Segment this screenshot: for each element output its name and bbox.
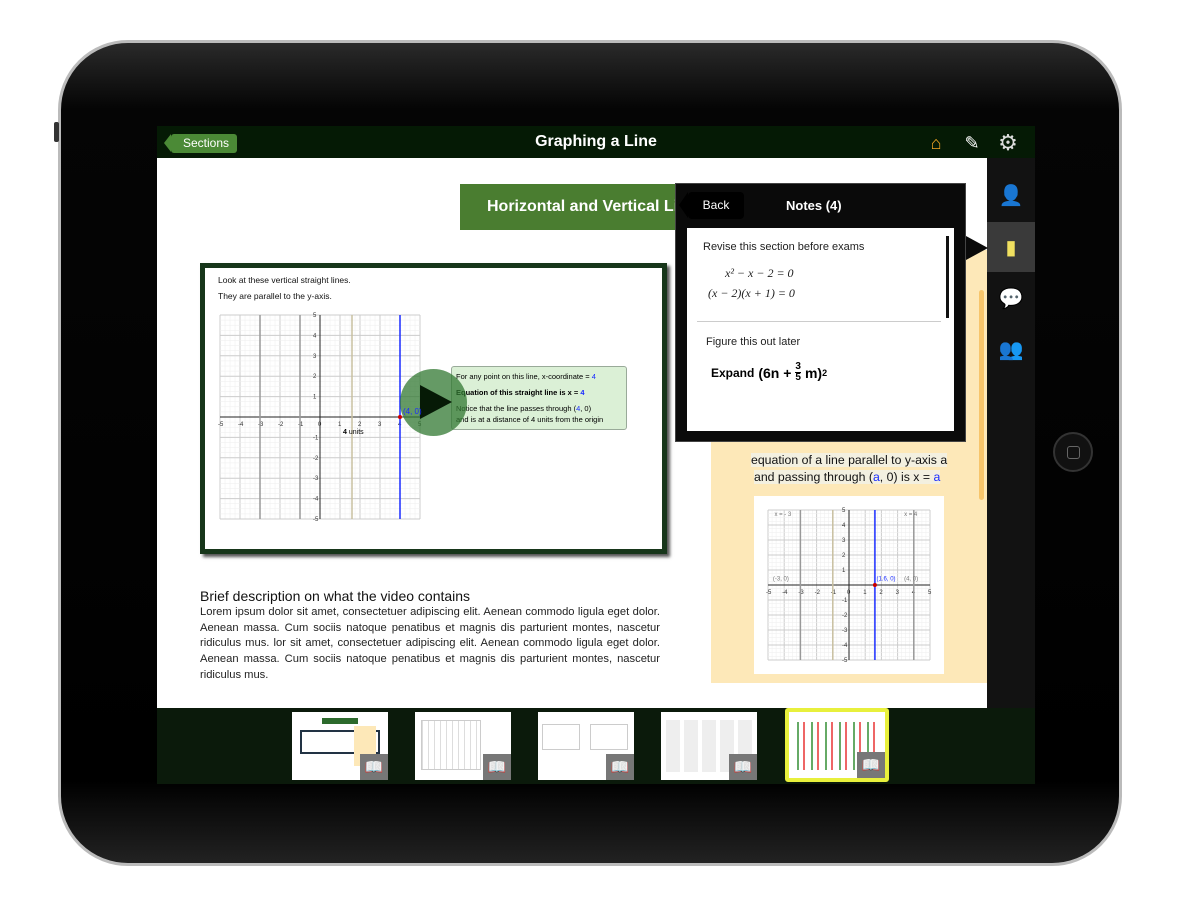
notes-back-button[interactable]: Back [679, 192, 744, 219]
description-title: Brief description on what the video cont… [200, 588, 471, 604]
book-icon: 📖 [606, 754, 634, 780]
chat-icon[interactable]: 💬 [987, 273, 1035, 323]
popover-arrow [966, 236, 988, 260]
home-button[interactable] [1053, 432, 1093, 472]
graph-label: (1.6, 0) [877, 577, 896, 583]
y-tick-label: 1 [313, 395, 317, 401]
notes-title: Notes (4) [786, 198, 842, 213]
notes-scrollbar[interactable] [946, 236, 949, 318]
x-tick-label: -4 [238, 422, 244, 428]
notes-list: Revise this section before exams x² − x … [687, 228, 954, 431]
graph-label: x = - 3 [774, 512, 792, 518]
y-tick-label: 2 [313, 374, 317, 380]
x-tick-label: 5 [928, 590, 932, 596]
y-tick-label: -2 [842, 613, 848, 619]
gear-icon[interactable]: ⚙ [997, 132, 1019, 154]
x-tick-label: -2 [815, 590, 821, 596]
video-text-2: They are parallel to the y-axis. [218, 291, 332, 301]
x-tick-label: 2 [879, 590, 883, 596]
note-2-text[interactable]: Figure this out later [706, 336, 800, 348]
sections-back-button[interactable]: Sections [163, 134, 238, 153]
y-tick-label: -5 [313, 517, 319, 523]
top-bar: Graphing a Line Sections ⌂ ✎ ⚙ [157, 126, 1035, 158]
y-tick-label: -3 [313, 476, 319, 482]
y-tick-label: 2 [842, 553, 846, 559]
book-icon: 📖 [483, 754, 511, 780]
video-text-1: Look at these vertical straight lines. [218, 275, 351, 285]
x-tick-label: 1 [863, 590, 867, 596]
note-1-text[interactable]: Revise this section before exams [703, 241, 864, 253]
x-tick-label: -3 [258, 422, 264, 428]
graph-label: x = 4 [904, 512, 918, 518]
x-tick-label: -5 [766, 590, 772, 596]
section-banner: Horizontal and Vertical Lines [460, 184, 710, 230]
graph-label: (4, 0) [904, 577, 918, 583]
point-label: (4, 0) [403, 407, 422, 416]
side-button [54, 122, 59, 142]
thumbnail-4[interactable]: 📖 [661, 712, 757, 780]
y-tick-label: -1 [842, 598, 848, 604]
video-graph: -5-4-3-2-1012345-5-4-3-2-112345 [218, 313, 422, 523]
note-divider [697, 321, 941, 322]
notes-popover: Back Notes (4) Revise this section befor… [675, 183, 966, 442]
info-graph: -5-4-3-2-1012345-5-4-3-2-112345x = - 3x … [754, 496, 944, 674]
highlighted-point [398, 415, 402, 419]
y-tick-label: 3 [842, 538, 846, 544]
x-tick-label: -1 [298, 422, 304, 428]
thumbnail-2[interactable]: 📖 [415, 712, 511, 780]
book-icon: 📖 [729, 754, 757, 780]
x-tick-label: -1 [831, 590, 837, 596]
y-tick-label: -2 [313, 456, 319, 462]
x-tick-label: -3 [798, 590, 804, 596]
video-player[interactable]: Look at these vertical straight lines. T… [200, 263, 667, 554]
x-tick-label: -5 [218, 422, 224, 428]
home-icon[interactable]: ⌂ [925, 132, 947, 154]
highlighted-point [872, 583, 877, 587]
thumbnail-strip: 📖 📖 📖 📖 📖 [157, 708, 1035, 784]
brace-label: 4 units [343, 429, 364, 436]
note-1-math-1: x² − x − 2 = 0 [725, 266, 794, 280]
y-tick-label: -4 [313, 497, 319, 503]
x-tick-label: -4 [782, 590, 788, 596]
video-callout: For any point on this line, x-coordinate… [451, 366, 627, 430]
play-button[interactable] [400, 369, 467, 436]
y-tick-label: 5 [313, 313, 317, 319]
notes-icon[interactable]: ▮ [987, 222, 1035, 272]
note-edit-icon[interactable]: ✎ [961, 132, 983, 154]
book-icon: 📖 [360, 754, 388, 780]
x-tick-label: 0 [847, 590, 851, 596]
y-tick-label: 4 [313, 333, 317, 339]
note-1-math-2: (x − 2)(x + 1) = 0 [708, 286, 795, 300]
x-tick-label: 3 [896, 590, 900, 596]
y-tick-label: -1 [313, 435, 319, 441]
description-text: Lorem ipsum dolor sit amet, consectetuer… [200, 606, 660, 681]
y-tick-label: 1 [842, 568, 846, 574]
y-tick-label: -5 [842, 658, 848, 664]
user-discussion-icon[interactable]: 👥 [987, 324, 1035, 374]
info-text: equation of a line parallel to y-axis a … [751, 453, 948, 484]
note-2-expression: Expand (6n + 35 m) 2 [711, 361, 828, 383]
app-screen: Graphing a Line Sections ⌂ ✎ ⚙ Horizonta… [157, 126, 1035, 784]
thumbnail-1[interactable]: 📖 [292, 712, 388, 780]
teacher-icon[interactable]: 👤 [987, 170, 1035, 220]
right-sidebar: 👤 ▮ 💬 👥 [987, 158, 1035, 708]
y-tick-label: -3 [842, 628, 848, 634]
thumbnail-5-selected[interactable]: 📖 [785, 708, 889, 782]
y-tick-label: 5 [842, 508, 846, 514]
x-tick-label: -2 [278, 422, 284, 428]
thumbnail-3[interactable]: 📖 [538, 712, 634, 780]
y-tick-label: -4 [842, 643, 848, 649]
book-icon: 📖 [857, 752, 885, 778]
y-tick-label: 3 [313, 354, 317, 360]
page-title: Graphing a Line [535, 133, 657, 150]
y-tick-label: 4 [842, 523, 846, 529]
graph-label: (-3, 0) [773, 577, 789, 583]
